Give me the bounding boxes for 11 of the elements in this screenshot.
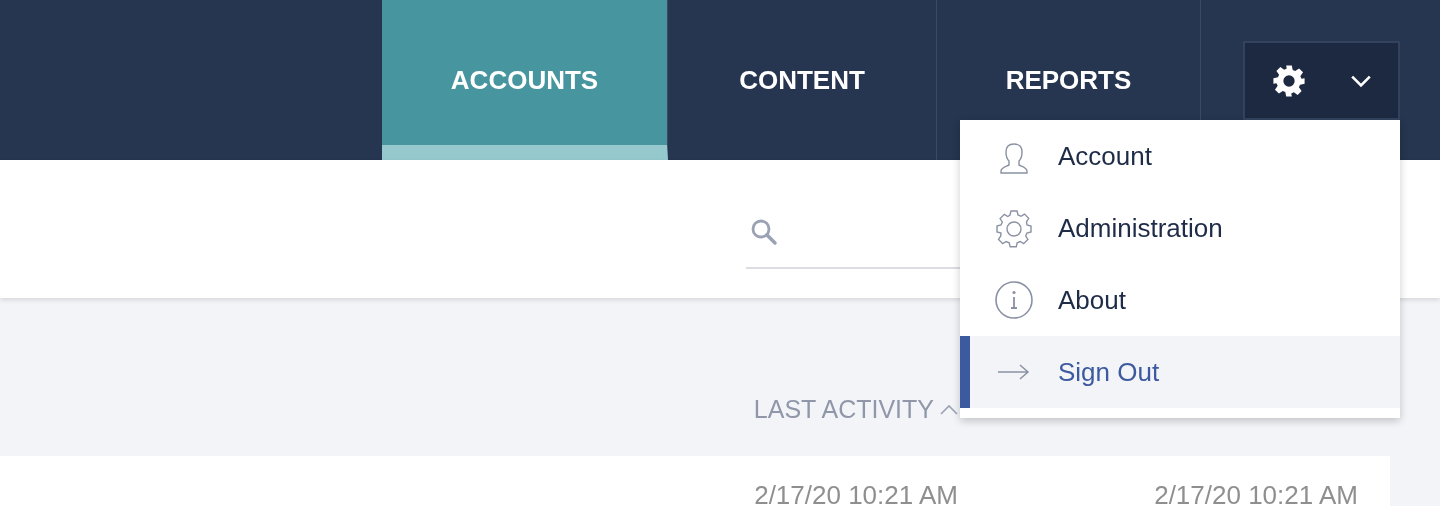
search-icon (750, 218, 778, 246)
settings-icon (1271, 63, 1306, 98)
table-cell-text: 2/17/20 10:21 AM (1153, 479, 1358, 506)
settings-menu-button[interactable] (1243, 41, 1400, 120)
menu-item[interactable]: Sign Out (960, 336, 1400, 408)
table-cell-text: 2/17/20 10:21 AM (753, 479, 958, 506)
info-icon (994, 280, 1034, 320)
chevron-down-icon (1349, 73, 1372, 88)
menu-item[interactable]: Administration (960, 192, 1400, 264)
gear-icon (994, 208, 1034, 248)
menu-item[interactable]: About (960, 264, 1400, 336)
